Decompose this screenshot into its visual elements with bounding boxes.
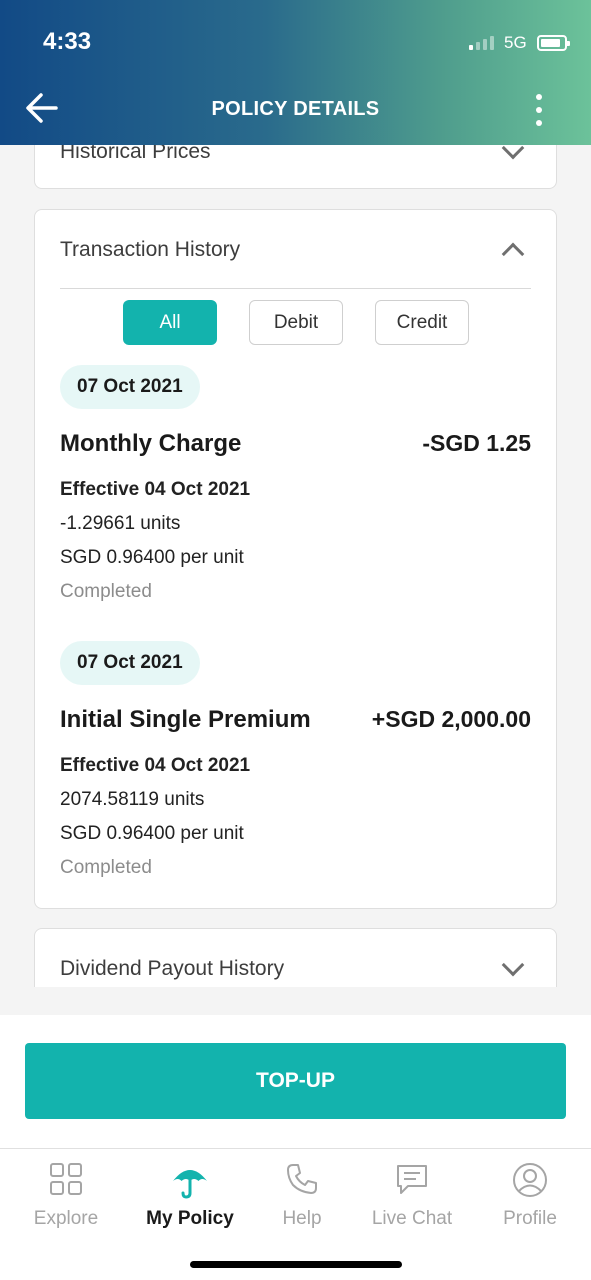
transaction-effective-date: Effective 04 Oct 2021 xyxy=(60,755,251,776)
chevron-down-icon[interactable] xyxy=(501,145,525,160)
chevron-down-icon[interactable] xyxy=(501,953,525,977)
dot-icon xyxy=(536,120,542,126)
umbrella-icon xyxy=(173,1170,207,1199)
dividend-payout-history-title: Dividend Payout History xyxy=(60,957,285,980)
page-title: POLICY DETAILS xyxy=(211,98,380,120)
dividend-payout-history-card[interactable]: Dividend Payout History xyxy=(34,928,557,987)
dot-icon xyxy=(536,107,542,113)
transaction-units: -1.29661 units xyxy=(60,513,181,534)
topup-button[interactable]: TOP-UP xyxy=(25,1043,566,1119)
section-divider xyxy=(60,288,531,289)
chat-icon xyxy=(397,1165,427,1194)
transaction-units: 2074.58119 units xyxy=(60,789,205,810)
historical-prices-card[interactable]: Historical Prices xyxy=(34,145,557,189)
transaction-date-badge: 07 Oct 2021 xyxy=(60,365,200,409)
transaction-unit-price: SGD 0.96400 per unit xyxy=(60,547,244,568)
home-indicator xyxy=(190,1261,402,1268)
battery-icon xyxy=(537,35,570,51)
tab-live-chat[interactable]: Live Chat xyxy=(353,1149,471,1249)
tab-label: Help xyxy=(282,1208,322,1229)
tab-label: My Policy xyxy=(146,1208,234,1229)
transaction-date-badge: 07 Oct 2021 xyxy=(60,641,200,685)
app-header: 4:33 5G POLICY DETAILS xyxy=(0,0,591,145)
transaction-status: Completed xyxy=(60,581,152,602)
profile-icon xyxy=(513,1163,547,1197)
filter-all-button[interactable]: All xyxy=(123,300,217,345)
action-footer: TOP-UP xyxy=(0,1015,591,1148)
transaction-amount: -SGD 1.25 xyxy=(422,430,531,456)
network-label: 5G xyxy=(504,33,527,52)
tab-help[interactable]: Help xyxy=(243,1149,361,1249)
tab-my-policy[interactable]: My Policy xyxy=(131,1149,249,1249)
tab-profile[interactable]: Profile xyxy=(471,1149,589,1249)
tab-label: Explore xyxy=(33,1208,99,1229)
status-time: 4:33 xyxy=(43,28,92,55)
content-scroll-area[interactable]: Historical Prices Transaction History Al… xyxy=(0,145,591,987)
tab-label: Profile xyxy=(503,1208,557,1229)
signal-icon xyxy=(469,36,494,50)
transaction-history-card: Transaction History All Debit Credit 07 … xyxy=(34,209,557,909)
chevron-up-icon[interactable] xyxy=(501,242,525,266)
tab-label: Live Chat xyxy=(371,1208,453,1229)
transaction-unit-price: SGD 0.96400 per unit xyxy=(60,823,244,844)
bottom-tab-bar: Explore My Policy Help Live Chat Profile xyxy=(0,1148,591,1280)
transaction-amount: +SGD 2,000.00 xyxy=(371,706,531,732)
transaction-history-title: Transaction History xyxy=(60,238,241,261)
historical-prices-title: Historical Prices xyxy=(60,145,211,163)
transaction-title: Monthly Charge xyxy=(60,430,242,457)
dot-icon xyxy=(536,94,542,100)
tab-explore[interactable]: Explore xyxy=(7,1149,125,1249)
transaction-title: Initial Single Premium xyxy=(60,706,311,733)
phone-icon xyxy=(287,1164,317,1194)
transaction-effective-date: Effective 04 Oct 2021 xyxy=(60,479,251,500)
grid-icon xyxy=(50,1163,82,1195)
more-options-button[interactable] xyxy=(530,94,548,126)
filter-credit-button[interactable]: Credit xyxy=(375,300,469,345)
filter-debit-button[interactable]: Debit xyxy=(249,300,343,345)
transaction-status: Completed xyxy=(60,857,152,878)
